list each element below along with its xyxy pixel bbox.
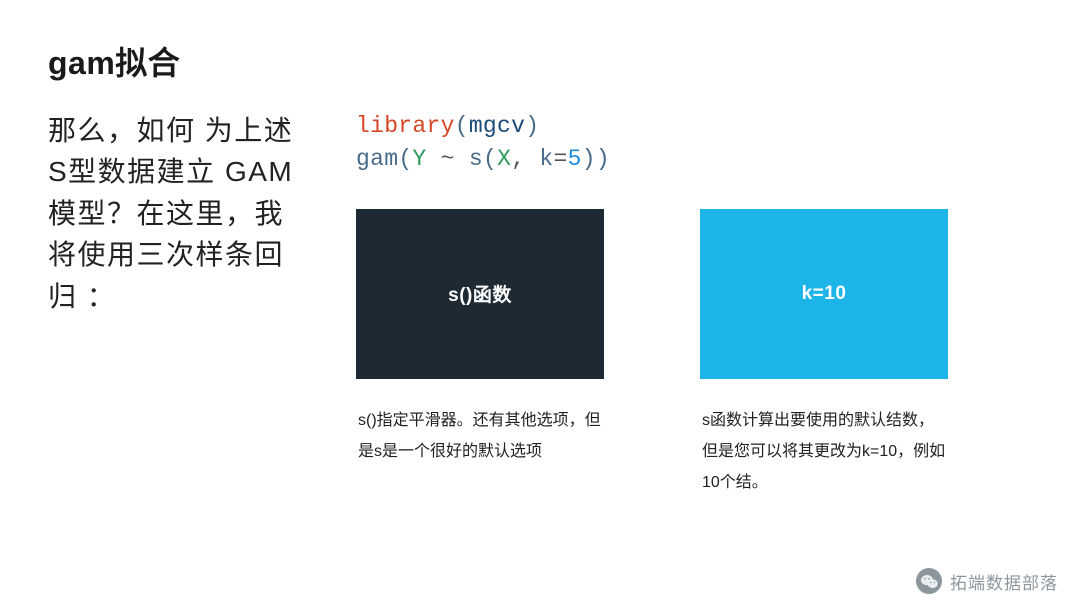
code-token-gam: gam [356, 146, 398, 172]
code-token-k: k [539, 146, 553, 172]
card-header-s-text: s()函数 [448, 280, 512, 307]
card-k10: k=10 s函数计算出要使用的默认结数，但是您可以将其更改为k=10，例如10个… [700, 209, 948, 499]
card-header-s: s()函数 [356, 209, 604, 379]
page-title: gam拟合 [48, 38, 1032, 84]
code-token-lparen: ( [455, 113, 469, 139]
code-token-eq: = [554, 146, 568, 172]
content-row: 那么，如何 为上述S型数据建立 GAM模型？在这里，我将使用三次样条回归 ： l… [48, 110, 1032, 498]
code-line-2: gam(Y ~ s(X, k=5)) [356, 143, 1032, 176]
code-token-5: 5 [568, 146, 582, 172]
code-token-lparen2: ( [398, 146, 412, 172]
code-token-lparen3: ( [483, 146, 497, 172]
code-token-s: s [469, 146, 483, 172]
intro-text: 那么，如何 为上述S型数据建立 GAM模型？在这里，我将使用三次样条回归 ： [48, 110, 302, 317]
code-token-tilde: ~ [441, 146, 455, 172]
card-s-function: s()函数 s()指定平滑器。还有其他选项，但是s是一个很好的默认选项 [356, 209, 604, 499]
right-column: library(mgcv) gam(Y ~ s(X, k=5)) s()函数 s… [356, 110, 1032, 498]
code-token-X: X [497, 146, 511, 172]
code-token-Y: Y [412, 146, 426, 172]
card-desc-k10: s函数计算出要使用的默认结数，但是您可以将其更改为k=10，例如10个结。 [700, 405, 948, 499]
code-token-comma: , [511, 146, 525, 172]
card-header-k10-text: k=10 [802, 283, 847, 305]
code-block: library(mgcv) gam(Y ~ s(X, k=5)) [356, 110, 1032, 177]
wechat-icon [916, 568, 942, 594]
left-column: 那么，如何 为上述S型数据建立 GAM模型？在这里，我将使用三次样条回归 ： [48, 110, 302, 498]
watermark: 拓端数据部落 [916, 568, 1058, 594]
code-token-rparen3: ) [596, 146, 610, 172]
code-token-rparen2: ) [582, 146, 596, 172]
code-token-rparen: ) [525, 113, 539, 139]
code-line-1: library(mgcv) [356, 110, 1032, 143]
card-header-k10: k=10 [700, 209, 948, 379]
code-token-library: library [356, 113, 455, 139]
card-desc-s: s()指定平滑器。还有其他选项，但是s是一个很好的默认选项 [356, 405, 604, 467]
code-token-mgcv: mgcv [469, 113, 525, 139]
watermark-text: 拓端数据部落 [950, 569, 1058, 594]
cards-row: s()函数 s()指定平滑器。还有其他选项，但是s是一个很好的默认选项 k=10… [356, 209, 1032, 499]
